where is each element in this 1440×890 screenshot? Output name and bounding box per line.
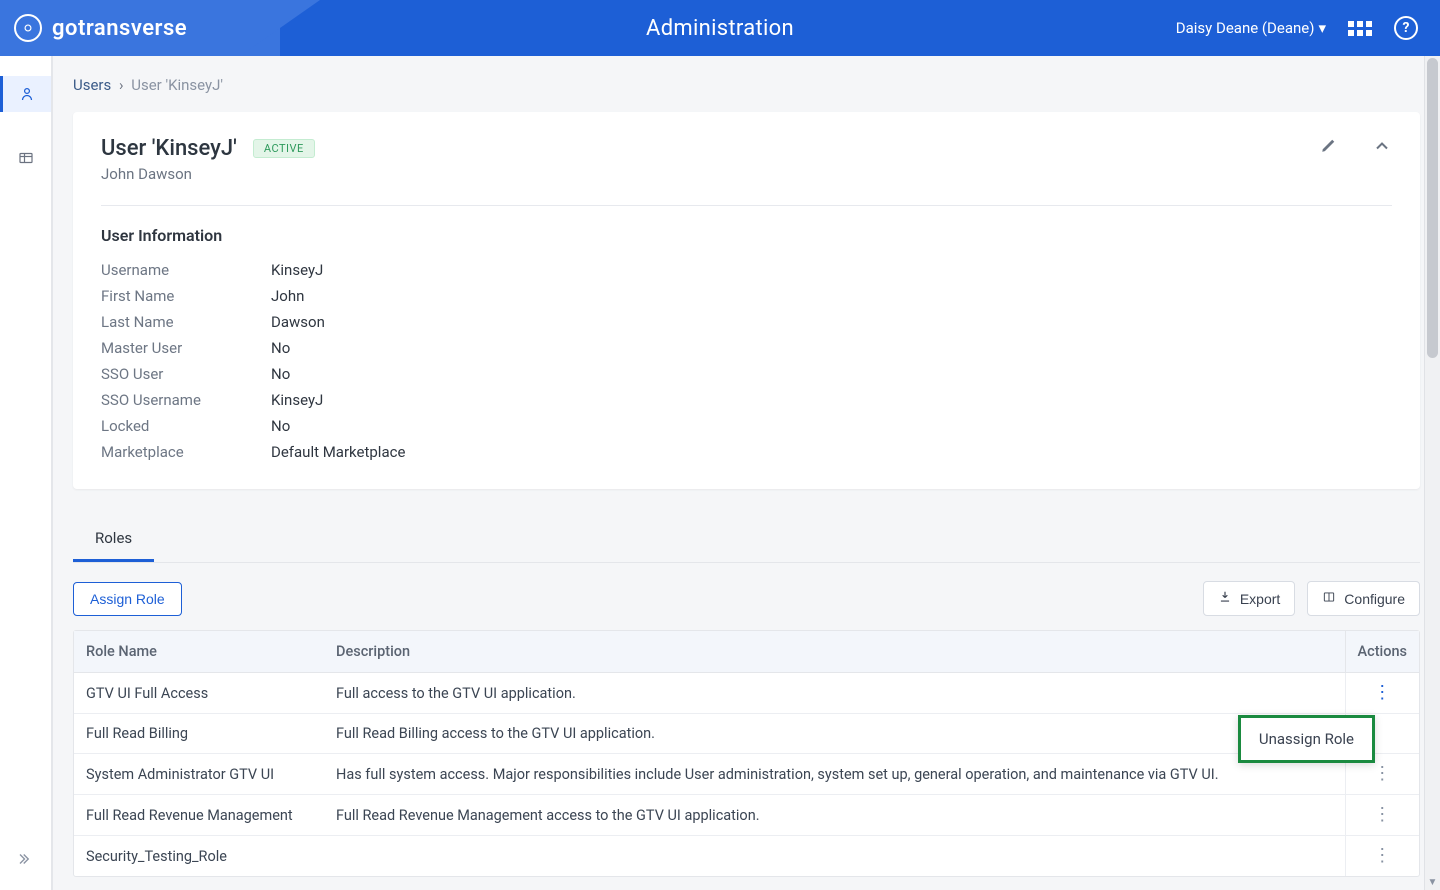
row-actions-menu[interactable]: ⋮ bbox=[1373, 847, 1391, 865]
cell-description: Full access to the GTV UI application. bbox=[324, 673, 1345, 714]
current-user-label: Daisy Deane (Deane) bbox=[1176, 19, 1315, 37]
download-icon bbox=[1218, 590, 1232, 607]
tab-roles[interactable]: Roles bbox=[73, 515, 154, 562]
roles-table: Role Name Description Actions GTV UI Ful… bbox=[74, 631, 1419, 876]
table-row: GTV UI Full Access Full access to the GT… bbox=[74, 673, 1419, 714]
label-marketplace: Marketplace bbox=[101, 443, 271, 461]
breadcrumb: Users › User 'KinseyJ' bbox=[53, 56, 1440, 106]
app-header: gotransverse Administration Daisy Deane … bbox=[0, 0, 1440, 56]
row-actions-menu[interactable]: ⋮ bbox=[1373, 684, 1391, 702]
scrollbar-vertical[interactable]: ▲ ▼ bbox=[1424, 56, 1440, 890]
export-label: Export bbox=[1240, 591, 1280, 607]
col-actions: Actions bbox=[1345, 631, 1419, 673]
apps-grid-icon[interactable] bbox=[1348, 21, 1372, 36]
chevron-right-icon: › bbox=[119, 76, 124, 94]
cell-role-name: GTV UI Full Access bbox=[74, 673, 324, 714]
label-master-user: Master User bbox=[101, 339, 271, 357]
expand-sidebar-icon[interactable] bbox=[17, 850, 35, 872]
value-sso-username: KinseyJ bbox=[271, 391, 1392, 409]
table-row: Security_Testing_Role ⋮ bbox=[74, 836, 1419, 877]
cell-description bbox=[324, 836, 1345, 877]
user-icon bbox=[18, 85, 36, 103]
value-locked: No bbox=[271, 417, 1392, 435]
page-title: User 'KinseyJ' bbox=[101, 136, 237, 161]
value-sso-user: No bbox=[271, 365, 1392, 383]
configure-label: Configure bbox=[1344, 591, 1405, 607]
value-first-name: John bbox=[271, 287, 1392, 305]
label-sso-user: SSO User bbox=[101, 365, 271, 383]
brand-logo-icon bbox=[14, 14, 42, 42]
header-accent-diagonal bbox=[240, 0, 320, 56]
cell-description: Full Read Billing access to the GTV UI a… bbox=[324, 714, 1345, 754]
page-header-title: Administration bbox=[646, 16, 794, 41]
breadcrumb-root[interactable]: Users bbox=[73, 76, 111, 94]
label-username: Username bbox=[101, 261, 271, 279]
section-title-user-info: User Information bbox=[101, 226, 1392, 245]
cell-role-name: System Administrator GTV UI bbox=[74, 754, 324, 795]
table-row: Full Read Revenue Management Full Read R… bbox=[74, 795, 1419, 836]
chevron-down-icon: ▾ bbox=[1318, 19, 1326, 37]
left-sidebar bbox=[0, 56, 52, 890]
roles-toolbar: Assign Role Export Configure bbox=[73, 581, 1420, 616]
col-role-name[interactable]: Role Name bbox=[74, 631, 324, 673]
table-row: System Administrator GTV UI Has full sys… bbox=[74, 754, 1419, 795]
current-user-menu[interactable]: Daisy Deane (Deane) ▾ bbox=[1176, 19, 1326, 37]
cell-role-name: Full Read Billing bbox=[74, 714, 324, 754]
help-icon[interactable]: ? bbox=[1394, 16, 1418, 40]
col-description[interactable]: Description bbox=[324, 631, 1345, 673]
brand-area[interactable]: gotransverse bbox=[0, 14, 187, 42]
label-last-name: Last Name bbox=[101, 313, 271, 331]
label-first-name: First Name bbox=[101, 287, 271, 305]
cell-description: Has full system access. Major responsibi… bbox=[324, 754, 1345, 795]
row-actions-menu[interactable]: ⋮ bbox=[1373, 806, 1391, 824]
label-locked: Locked bbox=[101, 417, 271, 435]
user-details-card: User 'KinseyJ' ACTIVE John Dawson bbox=[73, 112, 1420, 489]
columns-icon bbox=[1322, 590, 1336, 607]
export-button[interactable]: Export bbox=[1203, 581, 1295, 616]
table-icon bbox=[17, 149, 35, 167]
breadcrumb-current: User 'KinseyJ' bbox=[131, 76, 223, 94]
collapse-icon[interactable] bbox=[1372, 136, 1392, 160]
user-info-fields: Username KinseyJ First Name John Last Na… bbox=[101, 261, 1392, 461]
sidebar-item-tables[interactable] bbox=[0, 140, 51, 176]
user-full-name: John Dawson bbox=[101, 165, 315, 183]
edit-icon[interactable] bbox=[1320, 136, 1338, 160]
configure-button[interactable]: Configure bbox=[1307, 581, 1420, 616]
label-sso-username: SSO Username bbox=[101, 391, 271, 409]
value-last-name: Dawson bbox=[271, 313, 1392, 331]
value-marketplace: Default Marketplace bbox=[271, 443, 1392, 461]
status-badge: ACTIVE bbox=[253, 139, 315, 158]
table-row: Full Read Billing Full Read Billing acce… bbox=[74, 714, 1419, 754]
scrollbar-thumb[interactable] bbox=[1427, 58, 1438, 358]
divider bbox=[101, 205, 1392, 206]
tabs: Roles bbox=[73, 515, 1420, 563]
unassign-role-menu-item[interactable]: Unassign Role bbox=[1238, 715, 1375, 763]
scroll-down-icon[interactable]: ▼ bbox=[1425, 874, 1440, 890]
value-username: KinseyJ bbox=[271, 261, 1392, 279]
cell-role-name: Full Read Revenue Management bbox=[74, 795, 324, 836]
value-master-user: No bbox=[271, 339, 1392, 357]
row-actions-menu[interactable]: ⋮ bbox=[1373, 765, 1391, 783]
roles-table-wrap: Role Name Description Actions GTV UI Ful… bbox=[73, 630, 1420, 877]
cell-description: Full Read Revenue Management access to t… bbox=[324, 795, 1345, 836]
brand-text: gotransverse bbox=[52, 16, 187, 41]
sidebar-item-users[interactable] bbox=[0, 76, 51, 112]
assign-role-button[interactable]: Assign Role bbox=[73, 582, 182, 616]
cell-role-name: Security_Testing_Role bbox=[74, 836, 324, 877]
